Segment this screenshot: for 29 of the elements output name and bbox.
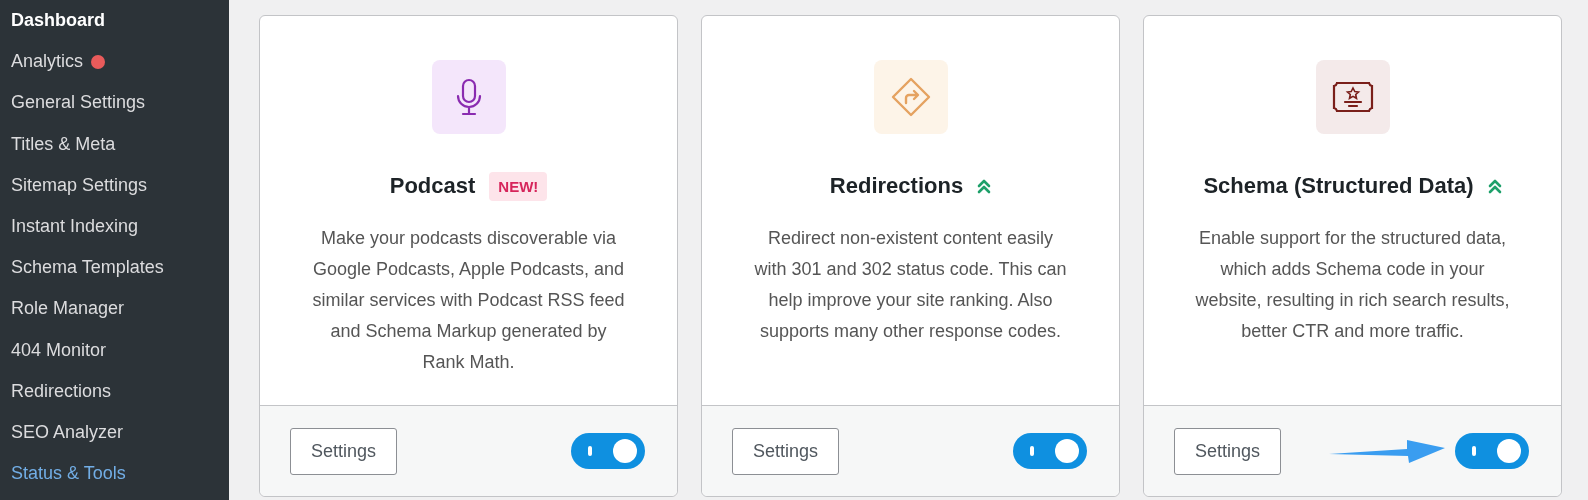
settings-button[interactable]: Settings [732,427,840,475]
toggle-switch[interactable] [1455,433,1529,469]
sidebar-item[interactable]: Titles & Meta [0,123,229,165]
direction-sign-icon [889,76,932,118]
double-chevron-icon [977,178,992,194]
sidebar-item[interactable]: Status & Tools [0,453,229,495]
sidebar-item[interactable]: Sitemap Settings [0,164,229,206]
sidebar-item[interactable]: Role Manager [0,288,229,330]
settings-button[interactable]: Settings [1174,427,1282,475]
sidebar-item[interactable]: Redirections [0,370,229,412]
sidebar-item[interactable]: 404 Monitor [0,329,229,371]
module-title: Redirections [829,173,964,199]
sidebar-item[interactable]: Instant Indexing [0,205,229,248]
toggle-switch[interactable] [1013,433,1087,469]
certificate-icon [1331,81,1374,113]
toggle-switch[interactable] [571,433,645,469]
settings-button[interactable]: Settings [290,427,398,475]
module-title: Podcast [389,173,476,199]
sidebar-item[interactable]: General Settings [0,82,229,124]
sidebar-item[interactable]: Analytics [0,41,229,83]
sidebar-item[interactable]: Dashboard [0,0,229,42]
module-title: Schema (Structured Data) [1203,173,1474,199]
sidebar-item[interactable]: Schema Templates [0,247,229,289]
sidebar-item[interactable]: SEO Analyzer [0,411,229,454]
new-badge: NEW! [489,171,548,201]
module-description: Make your podcasts discoverable via Google Podcasts, Apple Podcasts, and similar services with Podcast RSS feed and Schema Markup generated by Rank Math. [311,227,626,374]
module-description: Redirect non-existent content easily with 301 and 302 status code. This can help improve your site ranking. Also supports many other response codes. [753,227,1068,343]
module-description: Enable support for the structured data, which adds Schema code in your website, resulting in rich search results, better CTR and more traffic. [1194,227,1511,343]
double-chevron-icon [1487,178,1502,194]
